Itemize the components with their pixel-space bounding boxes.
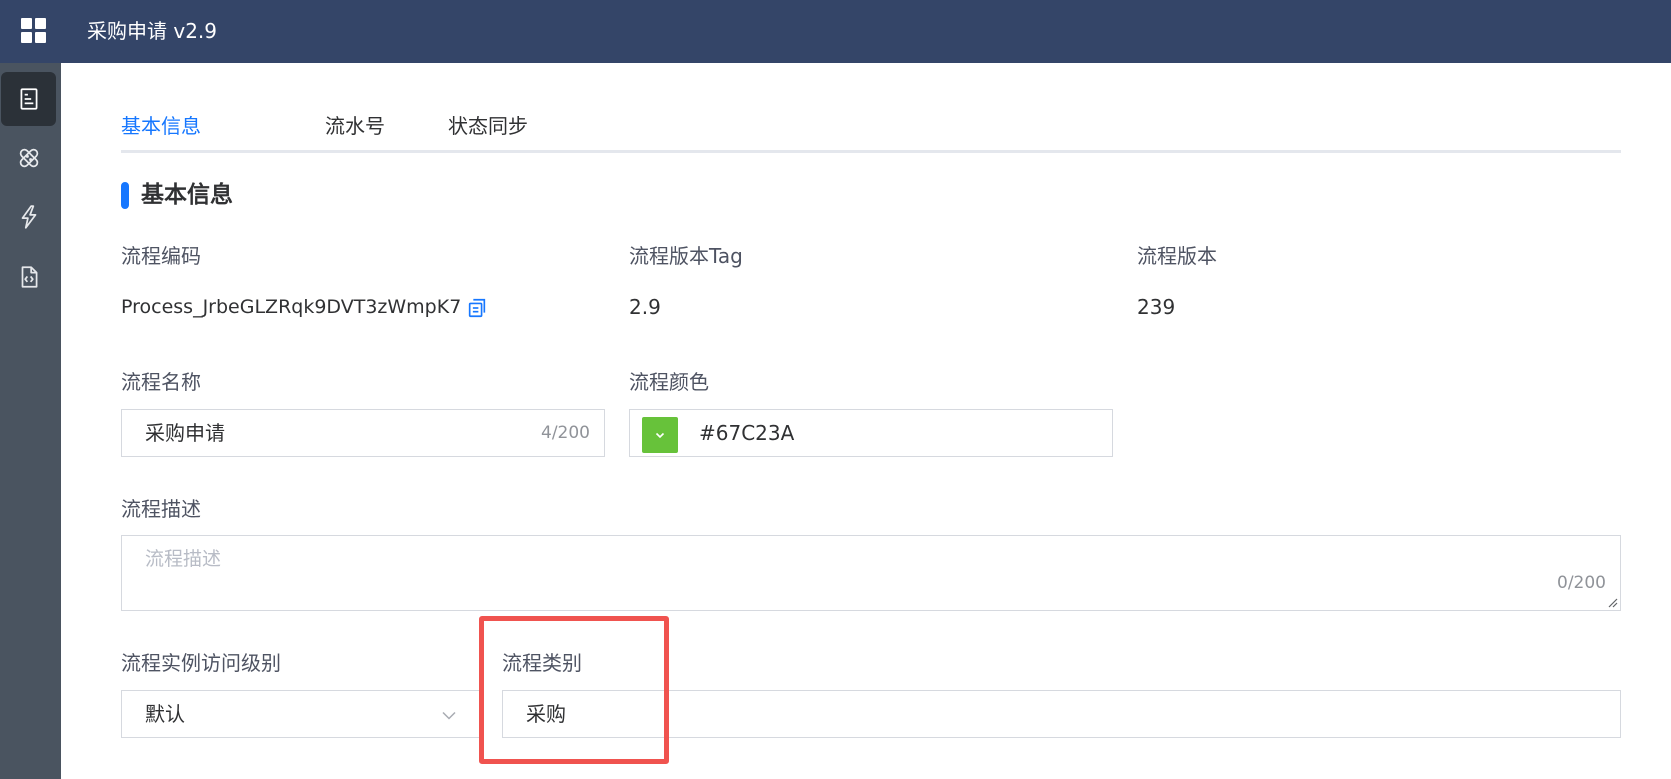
process-color-label: 流程颜色 — [629, 370, 709, 394]
version-value: 239 — [1137, 295, 1176, 319]
process-color-input[interactable]: #67C23A — [629, 409, 1113, 457]
description-label: 流程描述 — [121, 497, 201, 521]
chevron-down-icon — [442, 711, 456, 720]
sidebar-item-basic-info[interactable] — [1, 72, 56, 126]
process-name-input[interactable]: 采购申请 4/200 — [121, 409, 605, 457]
version-label: 流程版本 — [1137, 244, 1217, 268]
access-level-label: 流程实例访问级别 — [121, 651, 281, 675]
process-name-value: 采购申请 — [145, 421, 225, 445]
access-level-select[interactable]: 默认 — [121, 690, 481, 738]
sidebar-item-tools[interactable] — [1, 131, 56, 185]
top-bar: 采购申请 v2.9 — [0, 0, 1671, 63]
lightning-icon — [21, 205, 36, 229]
description-placeholder: 流程描述 — [145, 548, 222, 570]
category-label: 流程类别 — [502, 651, 582, 675]
sidebar-item-events[interactable] — [1, 190, 56, 244]
bandage-icon — [19, 148, 38, 168]
main-content: 基本信息 流水号 状态同步 基本信息 流程编码 Process_JrbeGLZR… — [61, 63, 1671, 779]
category-input[interactable]: 采购 — [502, 690, 1621, 738]
process-code-label: 流程编码 — [121, 244, 201, 268]
tab-bar: 基本信息 流水号 状态同步 — [121, 109, 1621, 153]
process-name-label: 流程名称 — [121, 370, 201, 394]
description-textarea[interactable]: 流程描述 0/200 — [121, 535, 1621, 611]
process-color-value: #67C23A — [699, 421, 795, 445]
app-grid-icon[interactable] — [21, 18, 47, 44]
process-name-counter: 4/200 — [541, 423, 590, 443]
section-marker — [121, 182, 129, 209]
version-tag-value: 2.9 — [629, 295, 661, 319]
color-picker-swatch[interactable] — [642, 417, 678, 453]
sidebar-item-code[interactable] — [1, 250, 56, 304]
chevron-down-icon — [655, 432, 665, 439]
tab-basic-info[interactable]: 基本信息 — [121, 109, 201, 143]
document-icon — [20, 88, 37, 110]
tab-serial-number[interactable]: 流水号 — [325, 109, 385, 143]
description-counter: 0/200 — [1557, 573, 1606, 593]
resize-handle-icon[interactable] — [1606, 596, 1618, 608]
version-tag-label: 流程版本Tag — [629, 244, 743, 268]
process-code-value: Process_JrbeGLZRqk9DVT3zWmpK7 — [121, 296, 462, 318]
code-file-icon — [21, 266, 37, 288]
copy-icon[interactable] — [466, 297, 488, 319]
sidebar — [0, 63, 61, 779]
section-title: 基本信息 — [141, 182, 233, 208]
access-level-value: 默认 — [145, 702, 185, 726]
category-value: 采购 — [526, 702, 566, 726]
app-title: 采购申请 v2.9 — [87, 19, 217, 43]
tab-status-sync[interactable]: 状态同步 — [448, 109, 528, 143]
